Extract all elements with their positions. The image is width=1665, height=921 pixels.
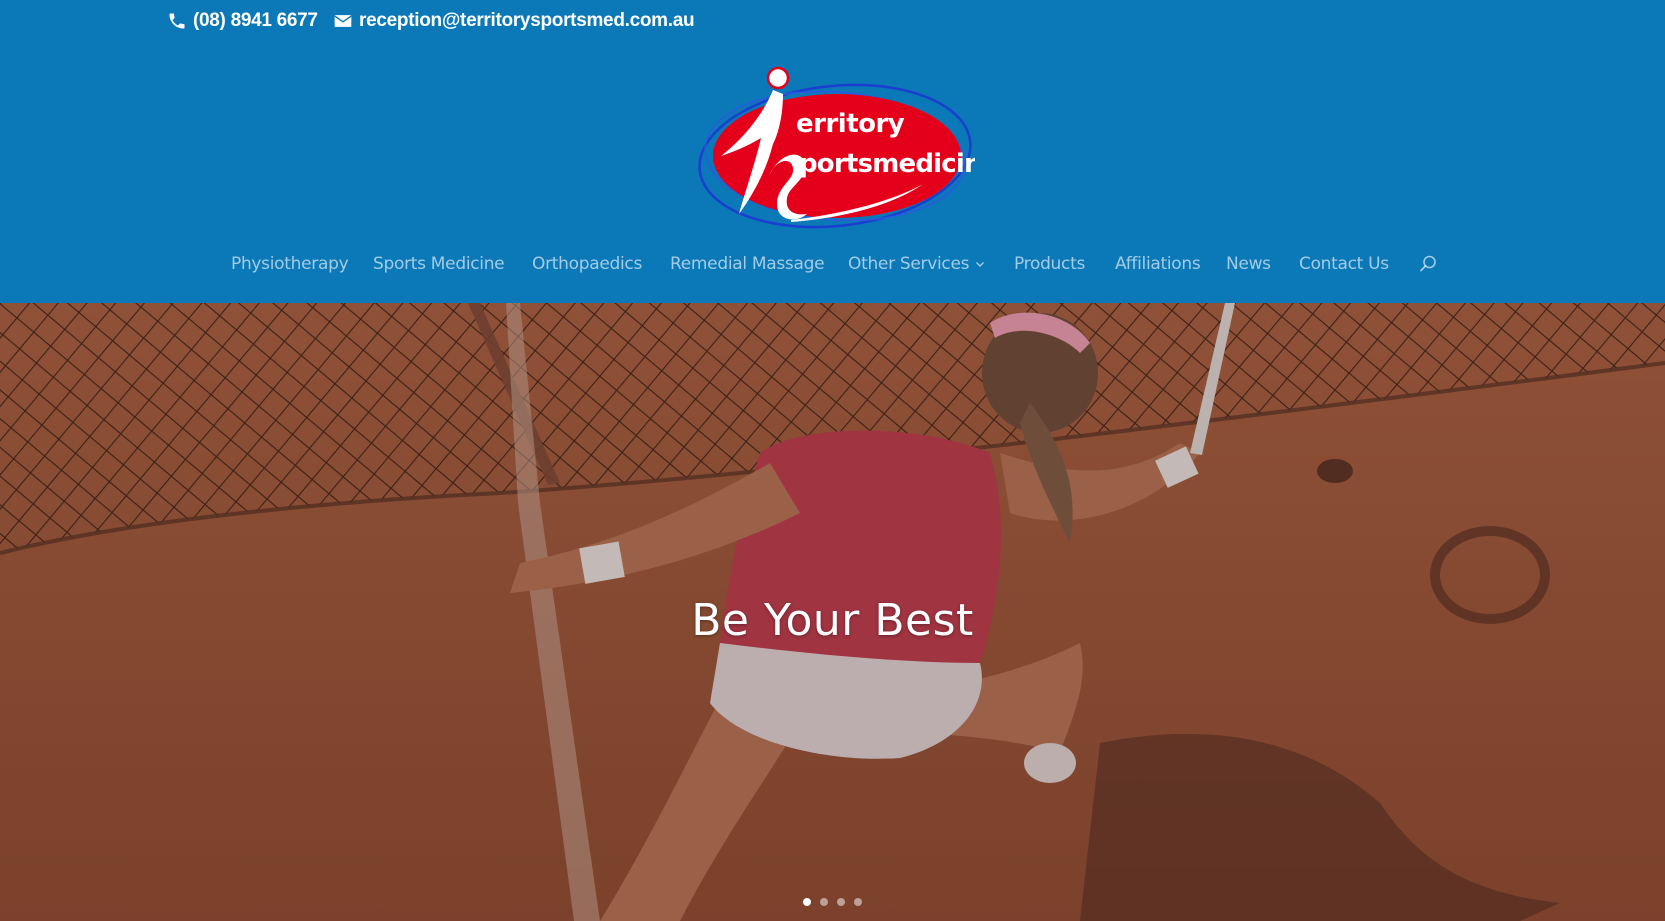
chevron-down-icon (975, 259, 985, 269)
nav-orthopaedics[interactable]: Orthopaedics (532, 244, 642, 284)
nav-contact-us[interactable]: Contact Us (1299, 244, 1389, 284)
mail-icon (333, 11, 353, 31)
slider-pagination (0, 898, 1665, 906)
nav-news[interactable]: News (1226, 244, 1271, 284)
phone-number: (08) 8941 6677 (193, 10, 318, 31)
nav-products[interactable]: Products (1014, 244, 1085, 284)
email-link[interactable]: reception@territorysportsmed.com.au (333, 10, 695, 32)
hero-slider: Be Your Best (0, 303, 1665, 921)
nav-physiotherapy[interactable]: Physiotherapy (231, 244, 349, 284)
nav-other-services[interactable]: Other Services (848, 244, 985, 284)
slide-dot-4[interactable] (854, 898, 862, 906)
nav-label: Other Services (848, 254, 970, 274)
nav-label: Orthopaedics (532, 254, 642, 274)
nav-sports-medicine[interactable]: Sports Medicine (373, 244, 505, 284)
top-contact-bar: (08) 8941 6677 reception@territorysports… (0, 0, 1665, 48)
phone-link[interactable]: (08) 8941 6677 (167, 10, 318, 32)
site-header: erritory portsmedicine Physiotherapy Spo… (0, 48, 1665, 303)
nav-label: News (1226, 254, 1271, 274)
nav-label: Affiliations (1115, 254, 1201, 274)
nav-affiliations[interactable]: Affiliations (1115, 244, 1201, 284)
slide-dot-3[interactable] (837, 898, 845, 906)
slide-dot-2[interactable] (820, 898, 828, 906)
main-nav: Physiotherapy Sports Medicine Orthopaedi… (0, 244, 1665, 284)
nav-remedial-massage[interactable]: Remedial Massage (670, 244, 825, 284)
site-logo[interactable]: erritory portsmedicine (695, 64, 999, 232)
nav-label: Physiotherapy (231, 254, 349, 274)
nav-label: Sports Medicine (373, 254, 505, 274)
slide-dot-1[interactable] (803, 898, 811, 906)
phone-icon (167, 11, 187, 31)
logo-line-2: portsmedicine (799, 149, 975, 179)
hero-title: Be Your Best (691, 595, 974, 646)
nav-label: Contact Us (1299, 254, 1389, 274)
search-icon[interactable] (1418, 254, 1438, 274)
logo-line-1: erritory (796, 109, 905, 139)
email-address: reception@territorysportsmed.com.au (359, 10, 695, 31)
nav-label: Remedial Massage (670, 254, 825, 274)
nav-label: Products (1014, 254, 1086, 274)
